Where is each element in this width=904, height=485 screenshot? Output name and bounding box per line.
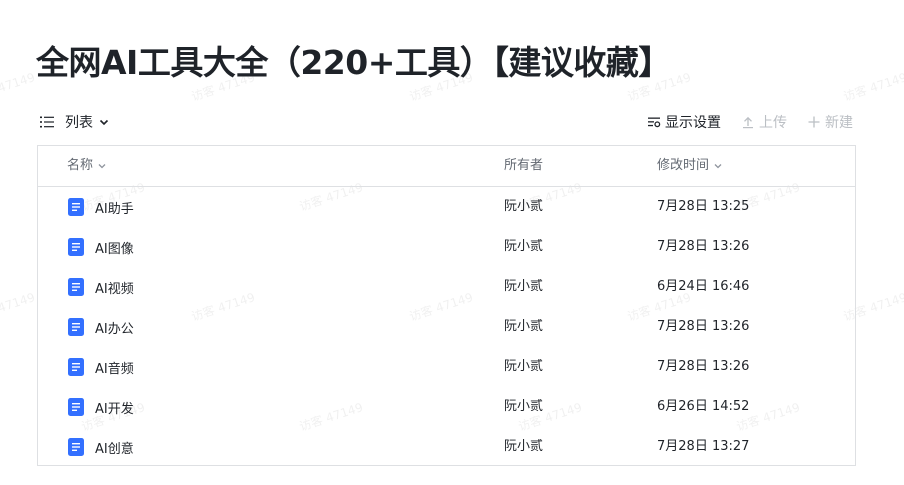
watermark: 访客 47149 bbox=[0, 290, 37, 324]
doc-icon bbox=[68, 238, 84, 256]
display-settings-button[interactable]: 显示设置 bbox=[647, 112, 721, 132]
file-name: AI图像 bbox=[95, 241, 134, 257]
table-row[interactable]: AI创意 阮小贰 7月28日 13:27 bbox=[38, 427, 855, 467]
modified-time-cell: 6月26日 14:52 bbox=[657, 399, 750, 414]
file-name: AI助手 bbox=[95, 201, 134, 217]
column-header-owner: 所有者 bbox=[504, 146, 543, 186]
doc-icon bbox=[68, 358, 84, 376]
modified-time-cell: 7月28日 13:26 bbox=[657, 319, 750, 334]
owner-cell: 阮小贰 bbox=[504, 239, 544, 254]
column-header-name[interactable]: 名称 bbox=[67, 146, 107, 186]
upload-button[interactable]: 上传 bbox=[741, 112, 787, 132]
file-name-cell: AI开发 bbox=[68, 387, 134, 427]
upload-icon bbox=[743, 116, 753, 129]
file-name-cell: AI视频 bbox=[68, 267, 134, 307]
owner-cell: 阮小贰 bbox=[504, 279, 544, 294]
chevron-down-icon bbox=[714, 164, 722, 169]
table-body: AI助手 阮小贰 7月28日 13:25 AI图像 阮小贰 7月28日 13:2… bbox=[38, 187, 855, 467]
new-label: 新建 bbox=[825, 115, 853, 131]
owner-cell: 阮小贰 bbox=[504, 399, 544, 414]
watermark: 访客 47149 bbox=[0, 70, 37, 104]
page-title: 全网AI工具大全（220+工具）【建议收藏】 bbox=[36, 43, 671, 82]
modified-time-cell: 7月28日 13:25 bbox=[657, 199, 750, 214]
upload-label: 上传 bbox=[759, 115, 787, 131]
display-settings-icon bbox=[648, 117, 661, 128]
plus-icon bbox=[808, 116, 820, 128]
chevron-down-icon bbox=[99, 119, 109, 126]
file-name-cell: AI图像 bbox=[68, 227, 134, 267]
file-name-cell: AI助手 bbox=[68, 187, 134, 227]
file-name: AI办公 bbox=[95, 321, 134, 337]
file-name: AI视频 bbox=[95, 281, 134, 297]
owner-cell: 阮小贰 bbox=[504, 359, 544, 374]
doc-icon bbox=[68, 318, 84, 336]
list-view-icon bbox=[40, 116, 54, 128]
view-switch-label: 列表 bbox=[65, 115, 93, 131]
column-header-name-label: 名称 bbox=[67, 158, 94, 173]
table-row[interactable]: AI图像 阮小贰 7月28日 13:26 bbox=[38, 227, 855, 267]
file-name: AI创意 bbox=[95, 441, 134, 457]
file-name-cell: AI音频 bbox=[68, 347, 134, 387]
doc-icon bbox=[68, 398, 84, 416]
table-row[interactable]: AI助手 阮小贰 7月28日 13:25 bbox=[38, 187, 855, 227]
file-name: AI开发 bbox=[95, 401, 134, 417]
toolbar: 列表 显示设置 上传 新建 bbox=[37, 110, 855, 136]
view-switch-button[interactable]: 列表 bbox=[39, 112, 110, 132]
table-row[interactable]: AI开发 阮小贰 6月26日 14:52 bbox=[38, 387, 855, 427]
file-table: 名称 所有者 修改时间 AI助手 阮小贰 7月28日 13:25 AI图像 阮小… bbox=[37, 145, 856, 466]
watermark: 访客 47149 bbox=[841, 70, 904, 104]
modified-time-cell: 7月28日 13:26 bbox=[657, 239, 750, 254]
owner-cell: 阮小贰 bbox=[504, 199, 544, 214]
chevron-down-icon bbox=[98, 164, 106, 169]
new-button[interactable]: 新建 bbox=[807, 112, 853, 132]
doc-icon bbox=[68, 278, 84, 296]
column-header-modified[interactable]: 修改时间 bbox=[657, 146, 723, 186]
file-name: AI音频 bbox=[95, 361, 134, 377]
table-header: 名称 所有者 修改时间 bbox=[38, 146, 855, 187]
owner-cell: 阮小贰 bbox=[504, 439, 544, 454]
modified-time-cell: 7月28日 13:26 bbox=[657, 359, 750, 374]
table-row[interactable]: AI视频 阮小贰 6月24日 16:46 bbox=[38, 267, 855, 307]
owner-cell: 阮小贰 bbox=[504, 319, 544, 334]
modified-time-cell: 6月24日 16:46 bbox=[657, 279, 750, 294]
column-header-modified-label: 修改时间 bbox=[657, 158, 710, 173]
table-row[interactable]: AI办公 阮小贰 7月28日 13:26 bbox=[38, 307, 855, 347]
table-row[interactable]: AI音频 阮小贰 7月28日 13:26 bbox=[38, 347, 855, 387]
file-name-cell: AI创意 bbox=[68, 427, 134, 467]
file-name-cell: AI办公 bbox=[68, 307, 134, 347]
display-settings-label: 显示设置 bbox=[665, 115, 721, 131]
doc-icon bbox=[68, 438, 84, 456]
doc-icon bbox=[68, 198, 84, 216]
modified-time-cell: 7月28日 13:27 bbox=[657, 439, 750, 454]
column-header-owner-label: 所有者 bbox=[504, 158, 544, 173]
toolbar-actions: 显示设置 上传 新建 bbox=[627, 112, 853, 132]
